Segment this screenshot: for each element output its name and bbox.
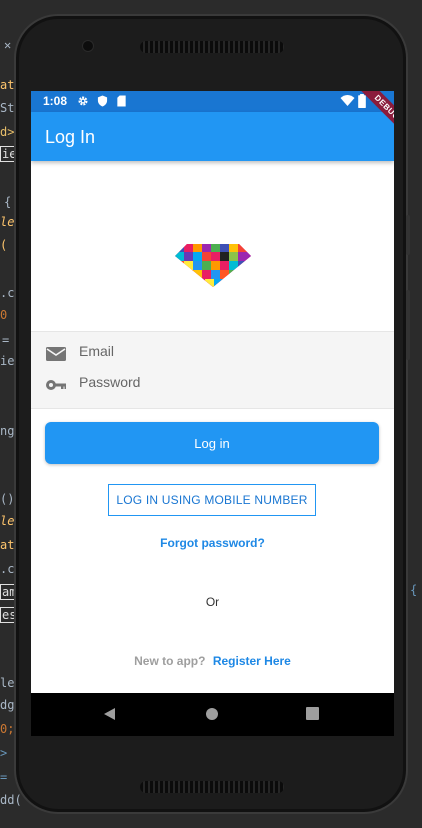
or-divider-text: Or xyxy=(205,595,220,609)
key-icon xyxy=(46,380,66,390)
code-fragment: = xyxy=(2,333,10,347)
login-button[interactable]: Log in xyxy=(45,422,379,464)
gear-icon xyxy=(78,96,88,106)
register-link[interactable]: Register Here xyxy=(213,654,291,668)
register-prompt: New to app? xyxy=(134,654,206,668)
shield-icon xyxy=(97,95,108,107)
email-field[interactable] xyxy=(79,343,369,359)
code-fragment: 0; xyxy=(0,722,15,736)
mobile-login-button[interactable]: LOG IN USING MOBILE NUMBER xyxy=(108,484,316,516)
code-fragment: () xyxy=(0,492,15,506)
code-fragment: { xyxy=(4,195,12,209)
password-field[interactable] xyxy=(79,374,369,390)
app-logo xyxy=(175,244,251,287)
code-fragment: 0 xyxy=(0,308,8,322)
back-icon[interactable] xyxy=(103,707,117,721)
forgot-password-link[interactable]: Forgot password? xyxy=(31,536,394,550)
power-button[interactable] xyxy=(406,290,410,360)
system-nav-bar xyxy=(31,693,394,736)
bottom-speaker xyxy=(140,781,284,793)
home-icon[interactable] xyxy=(205,707,219,721)
close-tab-icon[interactable]: ✕ xyxy=(4,38,11,52)
wifi-icon xyxy=(340,95,355,106)
code-fragment: d> xyxy=(0,125,15,139)
page-title: Log In xyxy=(45,127,96,147)
recents-icon[interactable] xyxy=(306,707,319,720)
volume-button[interactable] xyxy=(406,215,410,255)
battery-icon xyxy=(358,94,366,108)
code-fragment: { xyxy=(410,583,418,597)
status-bar: 1:08 xyxy=(31,91,394,112)
code-fragment: > xyxy=(0,746,8,760)
mail-icon xyxy=(46,347,66,361)
device-screen: 1:08 Log In DEBUG Email Log in LOG IN US… xyxy=(31,91,394,736)
code-fragment: ie xyxy=(0,354,15,368)
app-bar: Log In xyxy=(31,112,394,161)
code-fragment: = xyxy=(0,770,8,784)
status-time: 1:08 xyxy=(43,94,68,108)
top-speaker xyxy=(140,41,284,53)
sd-card-icon xyxy=(117,95,126,107)
front-camera xyxy=(82,40,94,52)
email-row xyxy=(31,339,394,369)
code-fragment: ( xyxy=(0,238,8,252)
code-fragment: dd( xyxy=(0,793,22,807)
register-row: New to app? Register Here xyxy=(31,654,394,668)
login-form xyxy=(31,331,394,409)
password-row xyxy=(31,370,394,400)
